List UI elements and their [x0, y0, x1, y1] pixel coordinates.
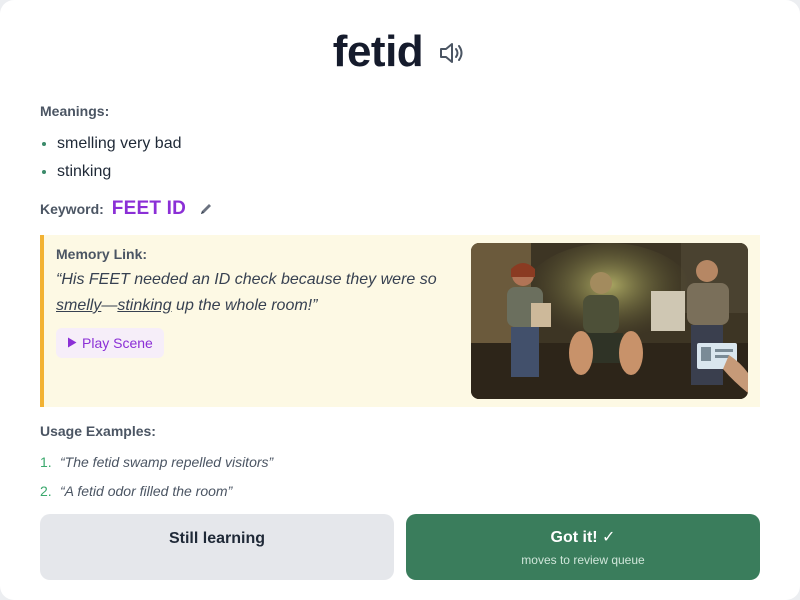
memory-underlined-1: smelly — [56, 297, 102, 314]
keyword-row: Keyword: FEET ID — [40, 196, 214, 222]
speaker-icon[interactable] — [437, 38, 467, 68]
scene-image — [471, 243, 748, 399]
flashcard: fetid Meanings: smelling very bad stinki… — [0, 0, 800, 600]
meaning-item: smelling very bad — [40, 130, 182, 158]
word-title: fetid — [332, 27, 424, 76]
bullet — [42, 170, 46, 174]
got-it-button[interactable]: Got it! ✓ moves to review queue — [406, 514, 760, 580]
keyword-value: FEET ID — [111, 198, 187, 219]
still-learning-button[interactable]: Still learning — [40, 514, 394, 580]
memory-underlined-2: stinking — [117, 297, 172, 314]
word-header: fetid — [0, 26, 800, 78]
memory-dash: — — [101, 297, 118, 314]
meaning-item: stinking — [40, 158, 182, 186]
meaning-text: stinking — [57, 163, 112, 180]
meaning-text: smelling very bad — [57, 135, 182, 152]
memory-link-label: Memory Link: — [56, 246, 148, 262]
play-icon — [67, 335, 77, 351]
usage-examples-label: Usage Examples: — [40, 423, 156, 439]
usage-examples-list: 1. “The fetid swamp repelled visitors” 2… — [40, 447, 273, 505]
meanings-label: Meanings: — [40, 103, 110, 119]
usage-example: 2. “A fetid odor filled the room” — [40, 476, 273, 505]
play-scene-label: Play Scene — [82, 335, 153, 351]
memory-quote-close: up the whole room!” — [171, 297, 318, 314]
memory-link-box: Memory Link: “His FEET needed an ID chec… — [40, 235, 760, 407]
meanings-list: smelling very bad stinking — [40, 130, 182, 186]
memory-link-text: “His FEET needed an ID check because the… — [56, 267, 451, 319]
got-it-sublabel: moves to review queue — [521, 553, 645, 567]
pencil-icon[interactable] — [198, 201, 214, 217]
example-text: “A fetid odor filled the room” — [60, 482, 233, 499]
memory-quote-open: “His FEET needed an ID check because the… — [56, 271, 437, 288]
example-number: 1. — [40, 453, 52, 470]
still-learning-label: Still learning — [168, 530, 265, 547]
got-it-label: Got it! ✓ — [550, 529, 616, 546]
usage-example: 1. “The fetid swamp repelled visitors” — [40, 447, 273, 476]
example-number: 2. — [40, 482, 52, 499]
bullet — [42, 142, 46, 146]
play-scene-button[interactable]: Play Scene — [56, 328, 164, 358]
example-text: “The fetid swamp repelled visitors” — [60, 453, 274, 470]
keyword-label: Keyword: — [40, 201, 104, 217]
